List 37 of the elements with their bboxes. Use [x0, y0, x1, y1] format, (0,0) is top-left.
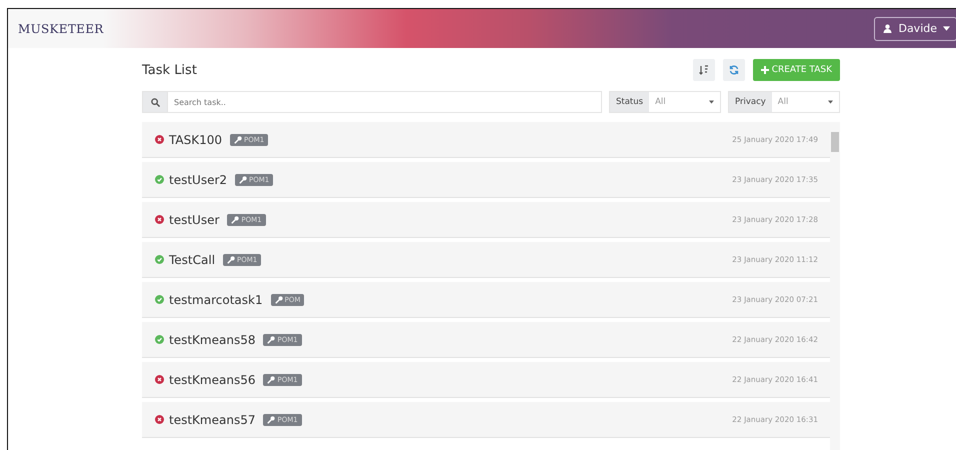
task-name: testKmeans56 [169, 372, 256, 386]
failed-icon [155, 375, 164, 384]
key-icon [267, 336, 276, 344]
failed-icon [155, 215, 164, 224]
task-name: testKmeans58 [169, 332, 256, 346]
check-icon [155, 295, 164, 304]
key-icon [227, 256, 236, 264]
task-name: testmarcotask1 [169, 292, 263, 306]
scrollbar[interactable] [830, 122, 840, 450]
task-name: testUser [169, 212, 220, 226]
sort-button[interactable] [692, 59, 715, 81]
key-icon [239, 176, 248, 184]
key-icon [267, 376, 276, 384]
key-icon [274, 296, 283, 304]
key-icon [234, 136, 242, 144]
search-field[interactable]: Search task.. [167, 91, 602, 113]
caret-icon [943, 26, 950, 31]
failed-icon [155, 415, 164, 424]
user-icon [883, 24, 892, 33]
task-name: testUser2 [169, 172, 228, 186]
check-icon [155, 255, 164, 264]
key-icon [231, 216, 240, 224]
task-name: testKmeans57 [169, 412, 256, 426]
plus-icon [760, 66, 769, 74]
task-name: TestCall [169, 252, 216, 266]
task-name: TASK100 [169, 132, 222, 146]
failed-icon [155, 135, 164, 144]
logo[interactable]: MUSKETEER [18, 22, 104, 36]
key-icon [267, 416, 276, 424]
user-menu-button[interactable]: Davide [874, 16, 956, 40]
page-title: Task List [142, 62, 197, 78]
check-icon [155, 175, 164, 184]
refresh-icon [728, 65, 739, 75]
sort-icon [698, 65, 709, 75]
search-icon [142, 91, 167, 113]
refresh-button[interactable] [722, 59, 745, 81]
check-icon [155, 335, 164, 344]
